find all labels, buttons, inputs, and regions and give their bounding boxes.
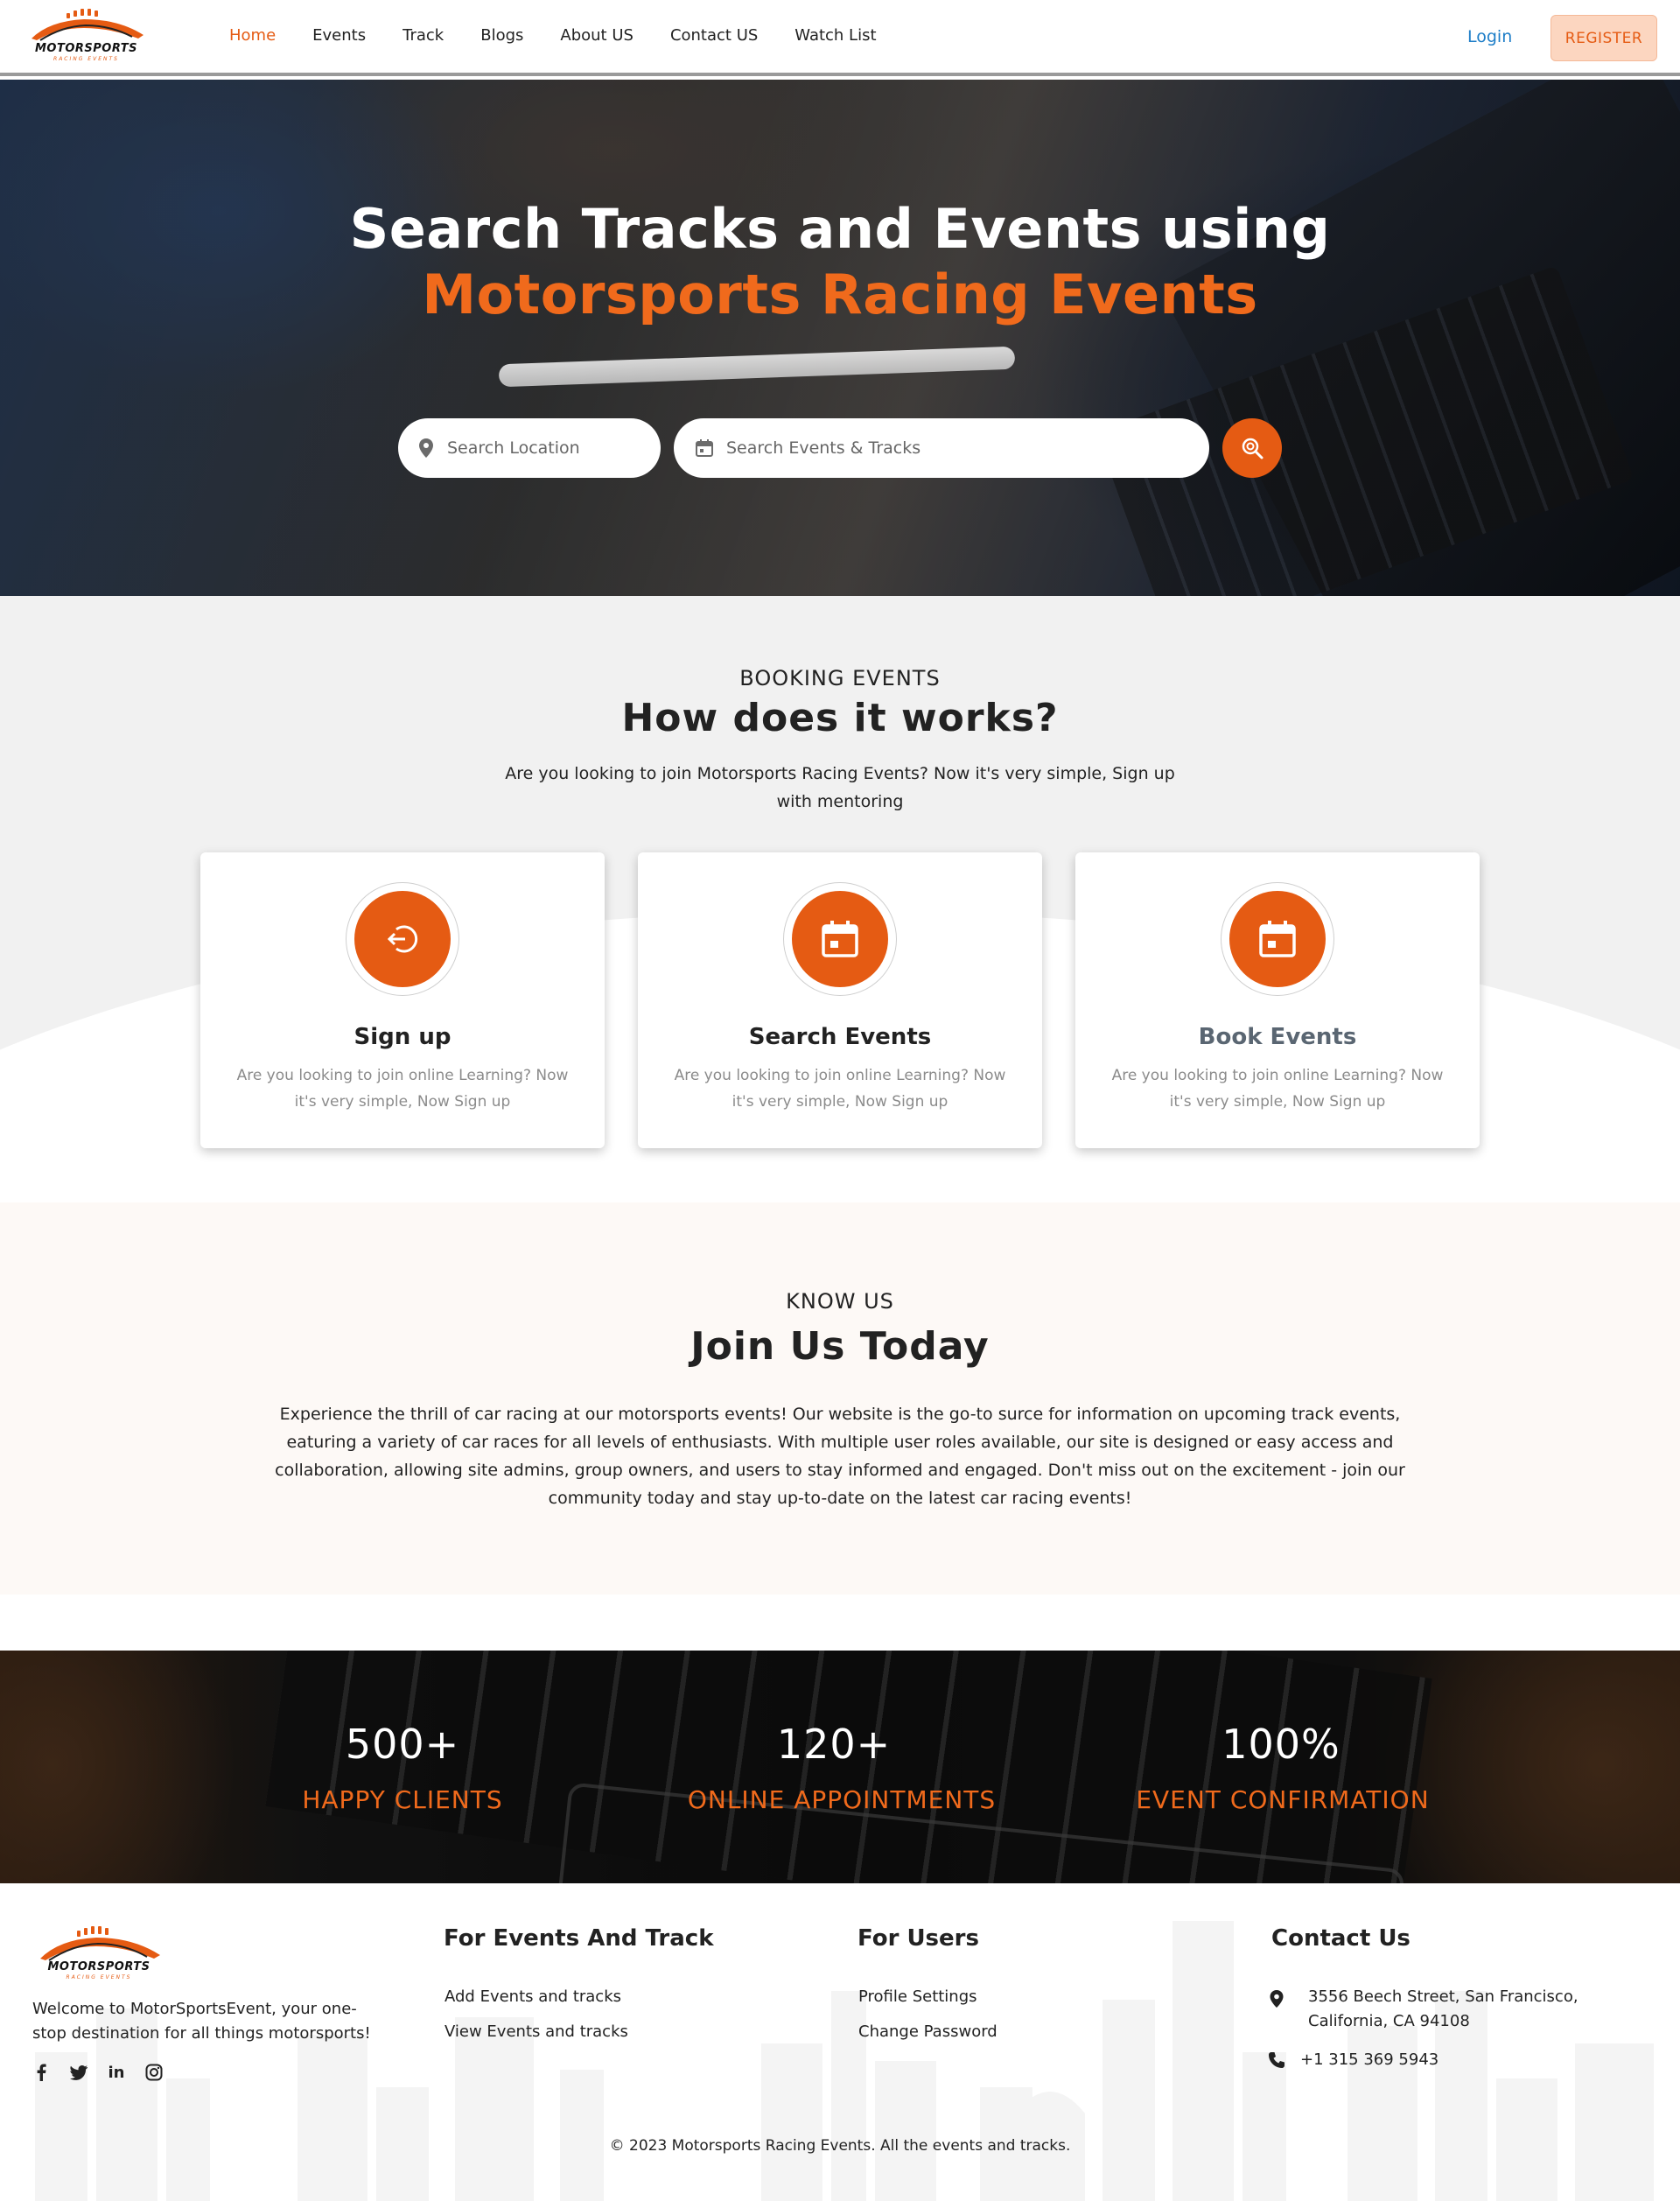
know-title: Join Us Today: [690, 1324, 990, 1369]
step-icon-circle: [1229, 891, 1326, 987]
login-link[interactable]: Login: [1467, 27, 1512, 46]
step-icon-circle: [354, 891, 451, 987]
step-icon-ring: [1221, 882, 1334, 996]
logo-text: MOTORSPORTS: [47, 1960, 150, 1973]
how-eyebrow: BOOKING EVENTS: [739, 666, 941, 690]
footer-phone: +1 315 369 5943: [1300, 2050, 1439, 2069]
footer-link-add-events[interactable]: Add Events and tracks: [444, 1987, 621, 2006]
copyright-text: © 2023 Motorsports Racing Events. All th…: [609, 2137, 1071, 2155]
step-card-description: Are you looking to join online Learning?…: [1111, 1067, 1444, 1111]
twitter-icon[interactable]: [69, 2063, 88, 2082]
step-icon-ring: [346, 882, 459, 996]
know-eyebrow: KNOW US: [786, 1289, 894, 1314]
instagram-icon[interactable]: [144, 2063, 164, 2082]
footer-link-profile-settings[interactable]: Profile Settings: [858, 1987, 977, 2006]
footer-link-view-events[interactable]: View Events and tracks: [444, 2022, 628, 2041]
events-search-input[interactable]: [726, 438, 1164, 458]
logo-text: MOTORSPORTS: [34, 42, 137, 55]
logo-car-icon: [40, 1926, 160, 1961]
stat-label-happy-clients: HAPPY CLIENTS: [302, 1785, 503, 1814]
nav-home[interactable]: Home: [229, 26, 276, 45]
logo-subtext: RACING EVENTS: [53, 56, 119, 62]
location-pin-icon: [1270, 1990, 1284, 2008]
footer-welcome-text: Welcome to MotorSportsEvent, your one-st…: [32, 2000, 371, 2043]
phone-icon: [1269, 2052, 1284, 2068]
linkedin-icon[interactable]: in: [107, 2063, 126, 2082]
main-nav: Home Events Track Blogs About US Contact…: [229, 26, 914, 45]
site-logo[interactable]: MOTORSPORTS RACING EVENTS: [23, 9, 150, 65]
hero-title: Search Tracks and Events using: [349, 197, 1331, 261]
footer-heading-contact: Contact Us: [1271, 1925, 1410, 1952]
stat-value-online-appointments: 120+: [776, 1721, 892, 1768]
step-icon-circle: [792, 891, 888, 987]
footer-address: 3556 Beech Street, San Francisco, Califo…: [1308, 1987, 1578, 2030]
know-us-section: [0, 1202, 1680, 1595]
location-search-box[interactable]: [398, 418, 661, 478]
register-button[interactable]: REGISTER: [1550, 15, 1657, 61]
logo-car-icon: [32, 9, 144, 41]
facebook-icon[interactable]: [32, 2063, 51, 2082]
logo-subtext: RACING EVENTS: [66, 1974, 132, 1980]
step-card-book-events[interactable]: Book Events Are you looking to join onli…: [1075, 852, 1480, 1148]
events-search-box[interactable]: [674, 418, 1209, 478]
hero-title-highlight: Motorsports Racing Events: [422, 263, 1258, 326]
calendar-icon: [1259, 921, 1296, 957]
top-navbar: MOTORSPORTS RACING EVENTS Home Events Tr…: [0, 0, 1680, 76]
calendar-icon: [696, 439, 713, 457]
step-card-description: Are you looking to join online Learning?…: [236, 1067, 569, 1111]
search-icon: [1242, 438, 1264, 459]
nav-track[interactable]: Track: [402, 26, 444, 45]
stat-value-happy-clients: 500+: [345, 1721, 460, 1768]
sign-in-icon: [387, 925, 418, 953]
how-title: How does it works?: [621, 696, 1059, 740]
step-card-sign-up[interactable]: Sign up Are you looking to join online L…: [200, 852, 605, 1148]
footer-heading-users: For Users: [858, 1925, 979, 1952]
nav-watch-list[interactable]: Watch List: [794, 26, 876, 45]
search-button[interactable]: [1222, 418, 1282, 478]
calendar-icon: [822, 921, 858, 957]
nav-events[interactable]: Events: [312, 26, 366, 45]
hero-banner: [0, 80, 1680, 596]
step-card-search-events[interactable]: Search Events Are you looking to join on…: [638, 852, 1042, 1148]
location-search-input[interactable]: [447, 438, 654, 458]
footer-logo[interactable]: MOTORSPORTS RACING EVENTS: [33, 1925, 164, 1981]
social-links: in: [32, 2063, 164, 2082]
stat-label-online-appointments: ONLINE APPOINTMENTS: [687, 1785, 997, 1814]
stat-label-event-confirmation: EVENT CONFIRMATION: [1136, 1785, 1430, 1814]
location-pin-icon: [419, 438, 433, 458]
stat-value-event-confirmation: 100%: [1222, 1721, 1340, 1768]
step-card-description: Are you looking to join online Learning?…: [674, 1067, 1006, 1111]
footer-heading-events: For Events And Track: [444, 1925, 714, 1952]
nav-blogs[interactable]: Blogs: [480, 26, 523, 45]
step-card-title: Search Events: [748, 1024, 932, 1050]
step-card-title: Book Events: [1198, 1024, 1357, 1050]
nav-about-us[interactable]: About US: [560, 26, 634, 45]
step-icon-ring: [783, 882, 897, 996]
step-card-title: Sign up: [354, 1024, 452, 1050]
hero-background-stylus: [498, 346, 1016, 388]
how-description: Are you looking to join Motorsports Raci…: [505, 764, 1175, 811]
nav-contact-us[interactable]: Contact US: [670, 26, 758, 45]
know-description: Experience the thrill of car racing at o…: [275, 1405, 1405, 1508]
footer-link-change-password[interactable]: Change Password: [858, 2022, 998, 2041]
